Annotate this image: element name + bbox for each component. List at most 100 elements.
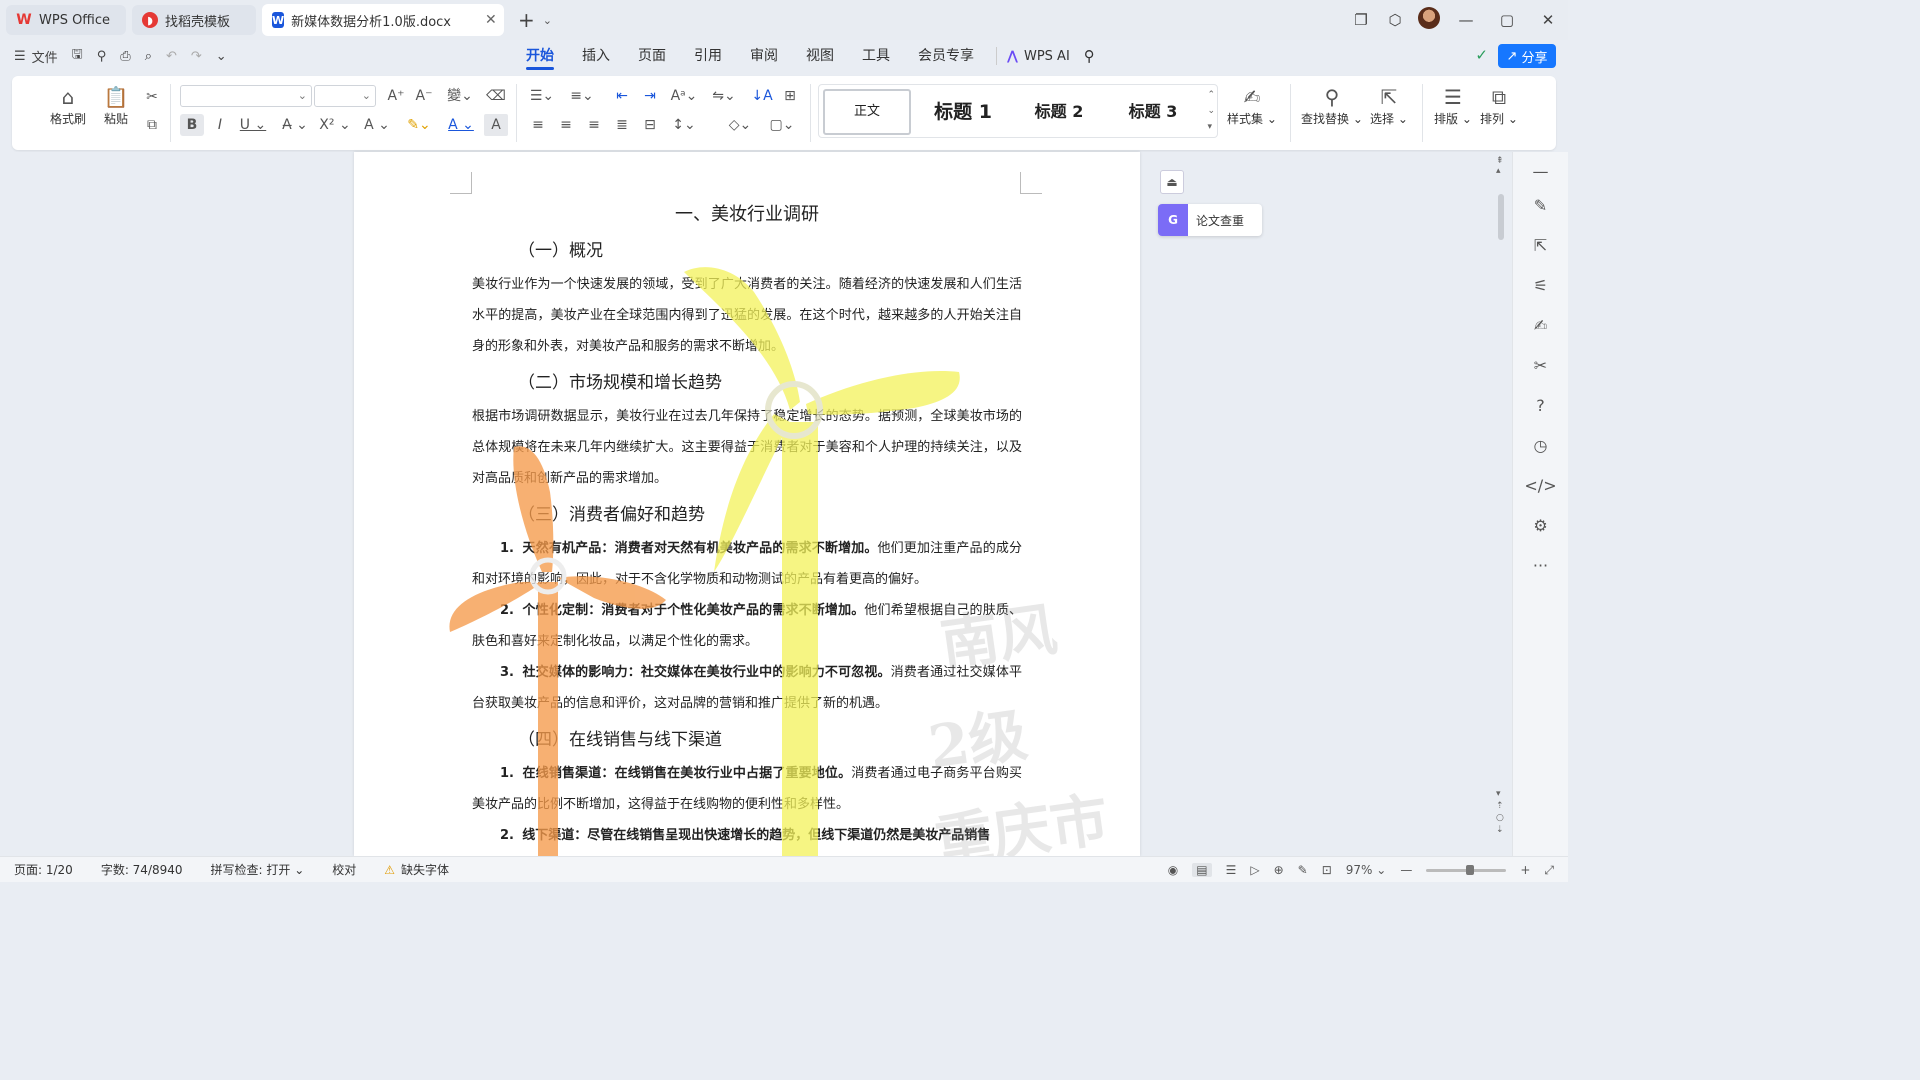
undo-icon[interactable]: ↶ [166, 49, 177, 64]
minimize-icon[interactable]: — [1446, 11, 1486, 29]
zoom-slider[interactable] [1426, 864, 1507, 875]
distributed-icon[interactable]: ⊟ [638, 114, 662, 136]
puzzle-icon[interactable]: ⚙ [1513, 506, 1568, 546]
increase-indent-icon[interactable]: ⇥ [638, 85, 662, 107]
tab-member[interactable]: 会员专享 [904, 40, 988, 72]
help-icon[interactable]: ? [1513, 386, 1568, 426]
avatar[interactable] [1412, 7, 1446, 33]
proofread-button[interactable]: 校对 [318, 861, 370, 878]
increase-font-icon[interactable]: A⁺ [384, 85, 408, 107]
cursor-icon[interactable]: ⇱ [1513, 226, 1568, 266]
find-replace-button[interactable]: ⚲ 查找替换 ⌄ [1300, 84, 1364, 127]
settings-sliders-icon[interactable]: ⚟ [1513, 266, 1568, 306]
tools-icon[interactable]: ✂ [1513, 346, 1568, 386]
play-icon[interactable]: ▷ [1250, 863, 1259, 877]
tab-document[interactable]: W 新媒体数据分析1.0版.docx ✕ [262, 4, 504, 36]
cloud-sync-icon[interactable]: ✓ [1475, 46, 1488, 64]
scroll-up-icon[interactable]: ⇞ ▴ [1496, 156, 1504, 176]
phonetic-icon[interactable]: 變⌄ [444, 85, 476, 107]
line-wrap-icon[interactable]: ⇋⌄ [708, 85, 740, 107]
close-tab-icon[interactable]: ✕ [451, 12, 497, 28]
missing-font-button[interactable]: ⚠ 缺失字体 [370, 861, 463, 878]
outline-view-icon[interactable]: ☰ [1226, 863, 1237, 877]
style-scroll-icon[interactable]: ⌃ ⌄ ▾ [1207, 87, 1215, 135]
highlight-icon[interactable]: ✎⌄ [402, 114, 436, 136]
tab-review[interactable]: 审阅 [736, 40, 792, 72]
text-direction-icon[interactable]: Aᵃ⌄ [668, 85, 700, 107]
tab-page[interactable]: 页面 [624, 40, 680, 72]
page-view-icon[interactable]: ▤ [1192, 863, 1212, 877]
superscript-icon[interactable]: X² ⌄ [318, 114, 352, 136]
window-layout-icon[interactable]: ❐ [1344, 11, 1378, 29]
share-button[interactable]: ↗ 分享 [1498, 44, 1556, 68]
file-menu[interactable]: ☰ 文件 [14, 47, 58, 66]
arrange-button[interactable]: ⧉ 排列 ⌄ [1478, 84, 1520, 127]
tab-tools[interactable]: 工具 [848, 40, 904, 72]
style-set-button[interactable]: ✍ 样式集 ⌄ [1224, 84, 1280, 127]
wps-ai-button[interactable]: ⋀ WPS AI ⚲ [996, 47, 1095, 65]
code-icon[interactable]: </> [1513, 466, 1568, 506]
align-center-icon[interactable]: ≡ [554, 114, 578, 136]
bold-icon[interactable]: B [180, 114, 204, 136]
zoom-in-icon[interactable]: + [1520, 863, 1530, 877]
spell-check-status[interactable]: 拼写检查: 打开 ⌄ [197, 861, 319, 878]
sort-icon[interactable]: ↓A [750, 85, 774, 107]
strikethrough-icon[interactable]: A̶ ⌄ [278, 114, 312, 136]
search-icon[interactable]: ⚲ [1084, 47, 1095, 65]
fit-page-icon[interactable]: ⊡ [1322, 863, 1332, 877]
align-left-icon[interactable]: ≡ [526, 114, 550, 136]
fullscreen-icon[interactable]: ⤢ [1544, 863, 1554, 878]
chevron-down-icon[interactable]: ⌄ [543, 14, 552, 27]
font-size-select[interactable]: ⌄ [314, 85, 376, 107]
print-preview-icon[interactable]: ⌕ [145, 49, 152, 64]
ai-write-icon[interactable]: ✍ [1513, 306, 1568, 346]
font-family-select[interactable]: ⌄ [180, 85, 312, 107]
tab-docer[interactable]: ◗ 找稻壳模板 [132, 5, 256, 35]
clear-format-icon[interactable]: ⌫ [484, 85, 508, 107]
underline-icon[interactable]: U ⌄ [236, 114, 270, 136]
edit-pen-icon[interactable]: ✎ [1513, 186, 1568, 226]
align-right-icon[interactable]: ≡ [582, 114, 606, 136]
redo-icon[interactable]: ↷ [191, 49, 202, 64]
collapse-panel-icon[interactable]: ⏏ [1160, 170, 1184, 194]
char-shading-icon[interactable]: A [484, 114, 508, 136]
line-spacing-icon[interactable]: ↕⌄ [668, 114, 700, 136]
scroll-down-icon[interactable]: ▾ ⇡ ○ ⇣ [1496, 788, 1504, 836]
eye-protection-icon[interactable]: ◉ [1168, 863, 1178, 877]
shading-icon[interactable]: ◇⌄ [724, 114, 756, 136]
italic-icon[interactable]: I [208, 114, 232, 136]
save-icon[interactable]: 🖫 [72, 45, 83, 67]
zoom-level[interactable]: 97% ⌄ [1346, 863, 1387, 877]
chevron-down-icon[interactable]: ⌄ [216, 49, 227, 64]
style-heading-1[interactable]: 标题 1 [919, 89, 1007, 135]
style-normal[interactable]: 正文 [823, 89, 911, 135]
more-icon[interactable]: ··· [1513, 546, 1568, 586]
format-painter-button[interactable]: ⌂ 格式刷 [46, 84, 90, 127]
link-icon[interactable]: ⚲ [97, 49, 107, 64]
bullet-list-icon[interactable]: ☰⌄ [526, 85, 558, 107]
cut-icon[interactable]: ✂ [140, 86, 164, 108]
print-icon[interactable]: ⎙ [120, 49, 130, 64]
font-color-icon[interactable]: A ⌄ [444, 114, 478, 136]
copy-icon[interactable]: ⧉ [140, 114, 164, 136]
write-icon[interactable]: ✎ [1298, 863, 1308, 877]
tab-insert[interactable]: 插入 [568, 40, 624, 72]
justify-icon[interactable]: ≣ [610, 114, 634, 136]
paper-check-button[interactable]: G 论文查重 [1158, 204, 1262, 236]
layout-button[interactable]: ☰ 排版 ⌄ [1432, 84, 1474, 127]
decrease-font-icon[interactable]: A⁻ [412, 85, 436, 107]
tab-reference[interactable]: 引用 [680, 40, 736, 72]
border-icon[interactable]: ▢⌄ [766, 114, 798, 136]
cube-icon[interactable]: ⬡ [1378, 11, 1412, 29]
show-marks-icon[interactable]: ⊞ [778, 85, 802, 107]
style-heading-3[interactable]: 标题 3 [1109, 89, 1197, 135]
restore-icon[interactable]: ▢ [1486, 11, 1528, 29]
new-tab-icon[interactable]: + [518, 8, 535, 32]
vertical-scrollbar[interactable]: ⇞ ▴ ▾ ⇡ ○ ⇣ [1494, 156, 1508, 852]
minimize-panel-icon[interactable]: — [1513, 152, 1568, 186]
decrease-indent-icon[interactable]: ⇤ [610, 85, 634, 107]
numbered-list-icon[interactable]: ≡⌄ [566, 85, 598, 107]
close-window-icon[interactable]: ✕ [1528, 11, 1568, 29]
web-view-icon[interactable]: ⊕ [1274, 863, 1284, 877]
document-page[interactable]: 一、美妆行业调研 （一）概况 美妆行业作为一个快速发展的领域，受到了广大消费者的… [354, 152, 1140, 856]
